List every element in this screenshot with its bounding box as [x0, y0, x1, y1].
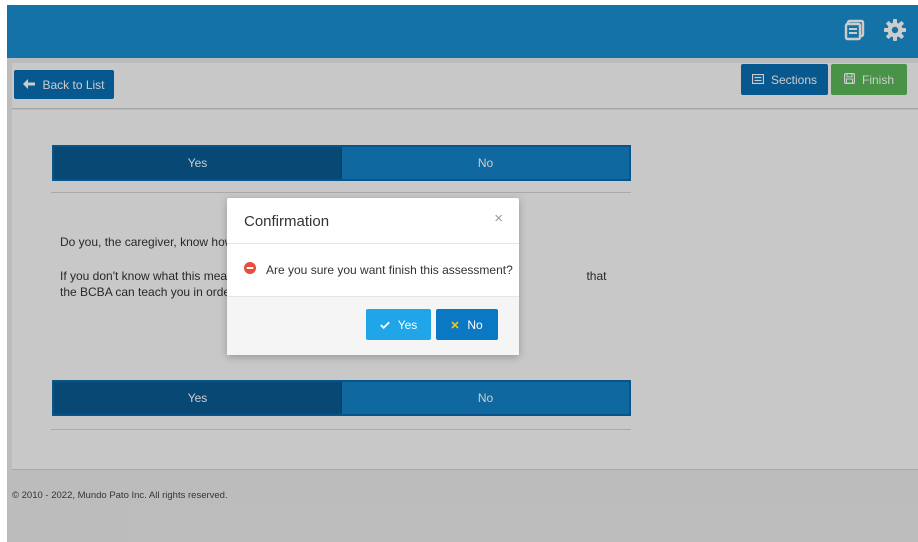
confirm-yes-label: Yes: [397, 317, 418, 332]
confirm-no-button[interactable]: No: [436, 309, 498, 340]
dialog-header: Confirmation ×: [227, 198, 519, 244]
dialog-body: Are you sure you want finish this assess…: [227, 244, 519, 296]
close-icon[interactable]: ×: [494, 210, 503, 227]
times-icon: [451, 318, 459, 332]
check-icon: [379, 318, 390, 332]
dialog-footer: Yes No: [227, 296, 519, 355]
dialog-message: Are you sure you want finish this assess…: [266, 263, 513, 277]
confirmation-dialog: Confirmation × Are you sure you want fin…: [227, 198, 519, 355]
minus-circle-icon: [244, 261, 256, 279]
dialog-title: Confirmation: [244, 213, 330, 230]
confirm-yes-button[interactable]: Yes: [366, 309, 431, 340]
confirm-no-label: No: [467, 317, 483, 332]
